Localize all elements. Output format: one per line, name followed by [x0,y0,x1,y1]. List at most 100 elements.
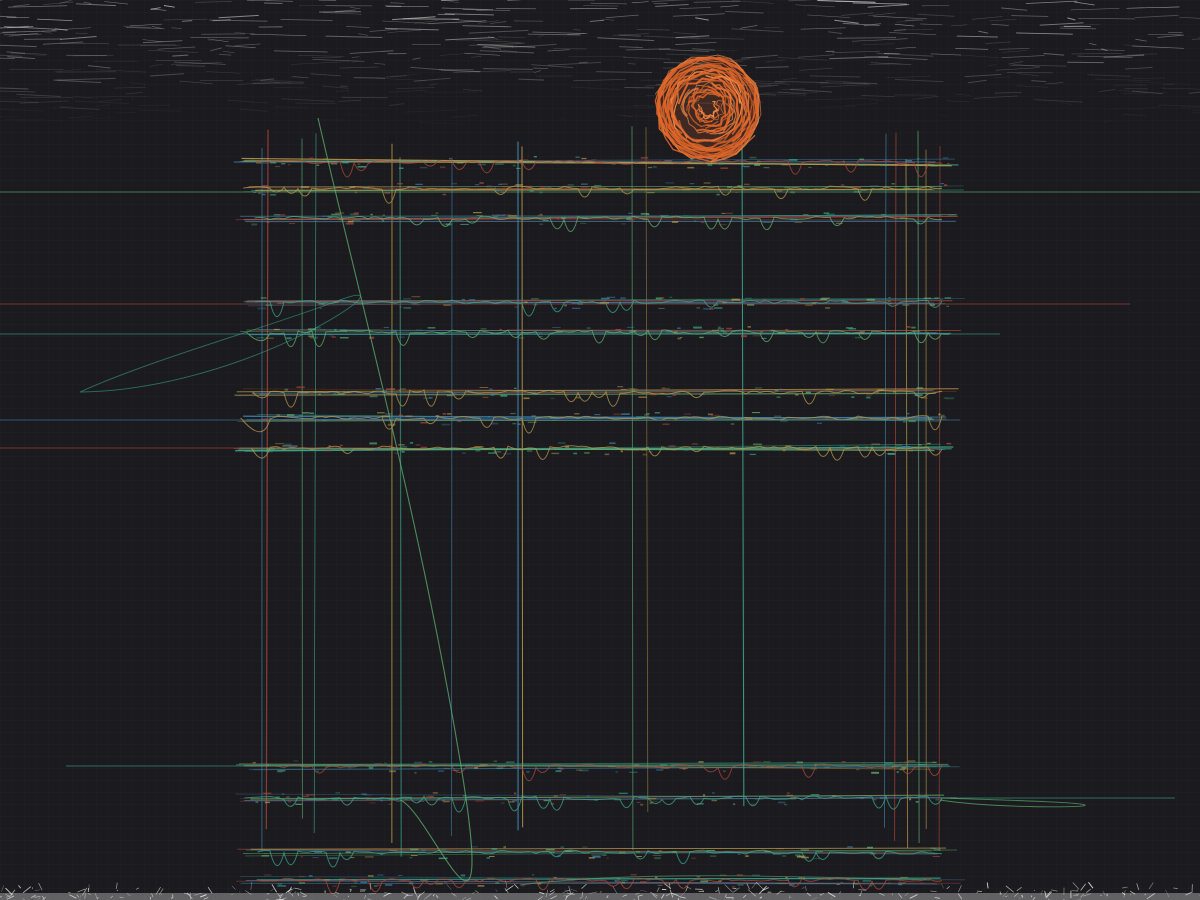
band-texture [629,388,639,390]
sky-scratch [819,82,877,84]
band-texture [370,213,373,216]
band-texture [479,182,484,184]
band-texture [611,164,617,165]
band-texture [429,795,433,798]
band-texture [918,764,926,766]
band-texture [594,414,601,416]
band-texture [580,186,589,188]
sky-scratch [1163,83,1174,86]
band-texture [640,803,644,806]
band-texture [918,444,922,446]
band-texture [794,222,803,223]
band-texture [263,792,272,795]
band-texture [934,297,940,299]
band-texture [432,792,438,794]
band-texture [840,882,843,883]
band-texture [367,875,374,877]
band-texture [574,390,579,392]
band-texture [460,874,466,877]
band-texture [703,182,711,184]
band-texture [866,394,873,396]
band-texture [345,851,351,854]
sky-scratch [4,33,42,36]
band-texture [383,326,390,328]
band-texture [296,386,305,388]
band-texture [777,801,786,804]
band-texture [545,848,555,851]
band-texture [324,450,332,452]
band-texture [620,880,628,882]
band-texture [460,223,469,225]
band-texture [298,875,305,877]
band-texture [824,164,829,166]
band-texture [443,881,448,883]
band-texture [880,164,888,167]
band-texture [514,792,517,795]
band-texture [752,443,762,446]
band-texture [909,798,912,801]
band-texture [617,386,624,388]
band-texture [387,189,393,191]
band-texture [629,189,633,191]
band-texture [945,397,955,400]
band-texture [404,799,408,801]
band-texture [384,762,387,764]
band-texture [782,449,786,452]
band-texture [542,219,549,221]
band-texture [657,884,663,886]
band-texture [323,158,328,160]
band-texture [721,212,726,214]
band-texture [932,855,941,857]
band-texture [502,214,511,216]
band-texture [389,444,393,447]
band-texture [606,857,609,859]
band-texture [488,416,491,418]
band-texture [752,761,762,763]
band-texture [866,396,871,399]
band-texture [415,444,421,446]
band-texture [632,326,635,328]
band-texture [744,183,750,186]
band-texture [475,800,484,802]
band-texture [298,414,303,417]
band-texture [488,855,495,857]
band-texture [604,189,609,191]
band-texture [519,159,528,161]
band-texture [447,413,452,415]
band-texture [526,771,530,773]
band-texture [281,163,286,165]
band-texture [309,157,314,160]
band-texture [711,329,720,331]
band-texture [533,156,537,158]
band-texture [438,770,444,772]
band-texture [636,855,642,857]
band-texture [702,447,711,450]
band-texture [266,222,270,224]
band-texture [671,221,679,223]
band-texture [752,335,761,337]
band-texture [353,212,359,215]
band-texture [415,329,423,331]
band-texture [410,848,419,851]
band-texture [261,193,266,196]
band-texture [775,848,785,850]
band-texture [403,298,412,300]
ground-scratch [1033,889,1036,892]
band-texture [523,397,530,400]
band-texture [518,337,525,339]
band-texture [862,880,872,882]
band-texture [306,794,316,796]
band-texture [700,222,705,224]
band-texture [526,450,533,452]
band-texture [411,296,421,298]
band-texture [347,220,354,223]
band-texture [942,157,949,160]
band-texture [543,799,549,802]
band-texture [661,387,666,390]
band-texture [448,157,452,160]
band-texture [621,223,626,225]
band-texture [332,393,337,396]
band-texture [784,187,790,189]
band-texture [896,393,899,395]
band-texture [498,183,502,185]
